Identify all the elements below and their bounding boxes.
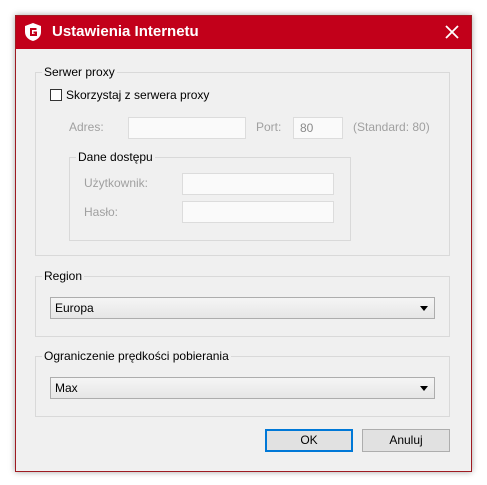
use-proxy-label[interactable]: Skorzystaj z serwera proxy <box>66 88 209 102</box>
port-label: Port: <box>256 120 282 134</box>
port-input[interactable]: 80 <box>293 117 343 139</box>
credentials-group: Dane dostępu Użytkownik: Hasło: <box>69 150 351 241</box>
proxy-group: Serwer proxy Skorzystaj z serwera proxy … <box>35 65 450 256</box>
address-label: Adres: <box>69 120 104 134</box>
user-label: Użytkownik: <box>84 176 149 190</box>
password-label: Hasło: <box>84 205 119 219</box>
chevron-down-icon <box>420 386 428 391</box>
port-value: 80 <box>300 121 314 135</box>
proxy-group-label: Serwer proxy <box>42 65 117 79</box>
speed-limit-selected-value: Max <box>55 381 78 395</box>
use-proxy-checkbox[interactable] <box>50 89 62 101</box>
address-input[interactable] <box>128 117 246 139</box>
region-select[interactable]: Europa <box>50 297 435 319</box>
region-group: Region Europa <box>35 269 450 337</box>
credentials-group-label: Dane dostępu <box>76 150 155 164</box>
close-icon <box>445 25 459 39</box>
port-hint: (Standard: 80) <box>353 120 430 134</box>
window-title: Ustawienia Internetu <box>52 23 199 40</box>
region-group-label: Region <box>42 269 85 283</box>
settings-dialog: Ustawienia Internetu Serwer proxy Skorzy… <box>15 15 472 472</box>
speed-limit-select[interactable]: Max <box>50 377 435 399</box>
gdata-logo-icon <box>23 22 43 42</box>
chevron-down-icon <box>420 306 428 311</box>
title-bar: Ustawienia Internetu <box>16 16 471 49</box>
close-button[interactable] <box>433 16 471 49</box>
password-input[interactable] <box>182 201 334 223</box>
user-input[interactable] <box>182 173 334 195</box>
speed-limit-group-label: Ograniczenie prędkości pobierania <box>42 349 231 363</box>
speed-limit-group: Ograniczenie prędkości pobierania Max <box>35 349 450 417</box>
ok-button[interactable]: OK <box>265 429 353 452</box>
region-selected-value: Europa <box>55 301 94 315</box>
cancel-button[interactable]: Anuluj <box>362 429 450 452</box>
